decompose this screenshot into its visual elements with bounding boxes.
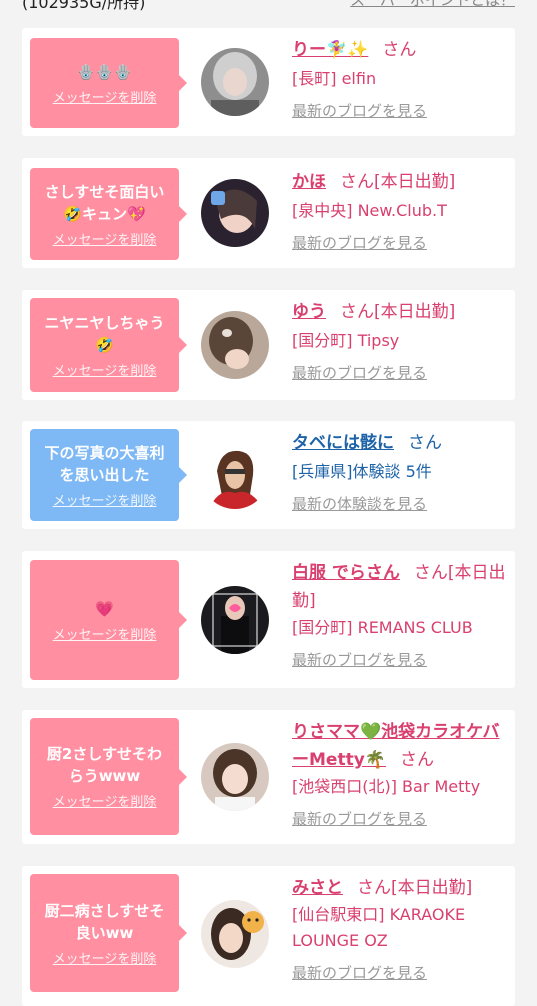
shop-info: [泉中央] New.Club.T bbox=[292, 201, 447, 220]
user-name-link[interactable]: かほ bbox=[292, 172, 326, 192]
honorific: さん bbox=[382, 40, 417, 60]
message-bubble: 🪬🪬🪬 メッセージを削除 bbox=[30, 38, 187, 128]
user-info: ゆう さん[本日出勤] [国分町] Tipsy 最新のブログを見る bbox=[292, 298, 507, 383]
delete-message-link[interactable]: メッセージを削除 bbox=[53, 791, 157, 810]
work-status: [本日出勤] bbox=[374, 172, 456, 192]
avatar-photo bbox=[201, 743, 269, 811]
honorific: さん bbox=[340, 172, 374, 192]
latest-blog-link[interactable]: 最新のブログを見る bbox=[292, 362, 507, 383]
message-bubble: 厨二病さしすせそ 良いww メッセージを削除 bbox=[30, 874, 187, 992]
honorific: さん bbox=[413, 563, 448, 583]
honorific: さん bbox=[357, 878, 391, 898]
review-info: [兵庫県]体験談 5件 bbox=[292, 462, 432, 481]
user-info: みさと さん[本日出勤] [仙台駅東口] KARAOKE LOUNGE OZ 最新… bbox=[292, 874, 507, 983]
delete-message-link[interactable]: メッセージを削除 bbox=[53, 624, 157, 643]
delete-message-link[interactable]: メッセージを削除 bbox=[53, 87, 157, 106]
avatar-photo bbox=[201, 311, 269, 379]
delete-message-link[interactable]: メッセージを削除 bbox=[53, 229, 157, 248]
user-name-link[interactable]: りさママ💚池袋カラオケバーMetty🌴 bbox=[292, 722, 500, 770]
avatar-photo bbox=[201, 179, 269, 247]
message-card: 厨2さしすせそわ らうwww メッセージを削除 りさママ💚池袋カラオケバーMet… bbox=[22, 710, 515, 844]
message-text: ニヤニヤしちゃう 🤣 bbox=[44, 313, 165, 354]
user-info: かほ さん[本日出勤] [泉中央] New.Club.T 最新のブログを見る bbox=[292, 168, 507, 253]
avatar[interactable] bbox=[201, 900, 269, 968]
user-info: 白服 でらさん さん[本日出勤] [国分町] REMANS CLUB 最新のブログ… bbox=[292, 559, 507, 670]
honorific: さん bbox=[340, 302, 374, 322]
delete-message-link[interactable]: メッセージを削除 bbox=[53, 490, 157, 509]
latest-blog-link[interactable]: 最新のブログを見る bbox=[292, 232, 507, 253]
message-text: さしすせそ面白い 🤣キュン💖 bbox=[44, 182, 165, 223]
avatar[interactable] bbox=[201, 586, 269, 654]
shop-info: [長町] elfin bbox=[292, 69, 377, 88]
avatar[interactable] bbox=[201, 179, 269, 247]
avatar-photo bbox=[201, 441, 269, 509]
user-info: りー🧚‍♀️✨ さん [長町] elfin 最新のブログを見る bbox=[292, 36, 507, 121]
honorific: さん bbox=[408, 433, 442, 453]
message-card: 🪬🪬🪬 メッセージを削除 りー🧚‍♀️✨ さん [長町] elfin 最新のブログ… bbox=[22, 28, 515, 136]
work-status: [本日出勤] bbox=[374, 302, 456, 322]
message-text: 厨2さしすせそわ らうwww bbox=[46, 745, 163, 785]
avatar-photo bbox=[201, 48, 269, 116]
latest-review-link[interactable]: 最新の体験談を見る bbox=[292, 493, 507, 514]
user-info: タベには骸に さん [兵庫県]体験談 5件 最新の体験談を見る bbox=[292, 429, 507, 514]
user-name-link[interactable]: りー🧚‍♀️✨ bbox=[292, 40, 368, 60]
message-text: 厨二病さしすせそ 良いww bbox=[44, 901, 165, 942]
avatar[interactable] bbox=[201, 441, 269, 509]
avatar-photo bbox=[201, 586, 269, 654]
super-point-help-link[interactable]: スーパーポイントとは？ bbox=[350, 0, 515, 10]
message-bubble: 下の写真の大喜利 を思い出した メッセージを削除 bbox=[30, 429, 187, 521]
honorific: さん bbox=[399, 750, 434, 770]
user-name-link[interactable]: 白服 でらさん bbox=[292, 563, 400, 583]
message-bubble: 厨2さしすせそわ らうwww メッセージを削除 bbox=[30, 718, 187, 835]
latest-blog-link[interactable]: 最新のブログを見る bbox=[292, 962, 507, 983]
user-name-link[interactable]: みさと bbox=[292, 878, 343, 898]
message-card: 厨二病さしすせそ 良いww メッセージを削除 みさと さん[本日出勤] [仙台駅東… bbox=[22, 866, 515, 1006]
avatar[interactable] bbox=[201, 48, 269, 116]
shop-info: [仙台駅東口] KARAOKE LOUNGE OZ bbox=[292, 905, 466, 950]
user-info: りさママ💚池袋カラオケバーMetty🌴 さん [池袋西口(北)] Bar Mett… bbox=[292, 718, 507, 829]
avatar[interactable] bbox=[201, 743, 269, 811]
message-card: 💗 メッセージを削除 白服 でらさん さん[本日出勤] [国分町] REMANS … bbox=[22, 551, 515, 688]
message-text: 🪬🪬🪬 bbox=[76, 62, 133, 81]
delete-message-link[interactable]: メッセージを削除 bbox=[53, 360, 157, 379]
latest-blog-link[interactable]: 最新のブログを見る bbox=[292, 649, 507, 670]
message-bubble: ニヤニヤしちゃう 🤣 メッセージを削除 bbox=[30, 298, 187, 392]
message-card: さしすせそ面白い 🤣キュン💖 メッセージを削除 かほ さん[本日出勤] [泉中央]… bbox=[22, 158, 515, 268]
user-name-link[interactable]: ゆう bbox=[292, 302, 326, 322]
message-text: 💗 bbox=[95, 599, 114, 618]
message-text: 下の写真の大喜利 を思い出した bbox=[44, 443, 165, 484]
user-name-link[interactable]: タベには骸に bbox=[292, 433, 394, 453]
shop-info: [国分町] REMANS CLUB bbox=[292, 618, 473, 637]
message-bubble: さしすせそ面白い 🤣キュン💖 メッセージを削除 bbox=[30, 168, 187, 260]
work-status: [本日出勤] bbox=[391, 878, 473, 898]
latest-blog-link[interactable]: 最新のブログを見る bbox=[292, 808, 507, 829]
avatar-photo bbox=[201, 900, 269, 968]
message-card: 下の写真の大喜利 を思い出した メッセージを削除 タベには骸に さん [兵庫県]体… bbox=[22, 421, 515, 529]
points-balance: (102935G/所持) bbox=[22, 0, 146, 12]
message-card: ニヤニヤしちゃう 🤣 メッセージを削除 ゆう さん[本日出勤] [国分町] Tip… bbox=[22, 290, 515, 400]
shop-info: [池袋西口(北)] Bar Metty bbox=[292, 777, 481, 796]
shop-info: [国分町] Tipsy bbox=[292, 331, 400, 350]
latest-blog-link[interactable]: 最新のブログを見る bbox=[292, 100, 507, 121]
delete-message-link[interactable]: メッセージを削除 bbox=[53, 948, 157, 967]
top-bar: (102935G/所持) スーパーポイントとは？ bbox=[0, 0, 537, 16]
message-bubble: 💗 メッセージを削除 bbox=[30, 560, 187, 680]
avatar[interactable] bbox=[201, 311, 269, 379]
